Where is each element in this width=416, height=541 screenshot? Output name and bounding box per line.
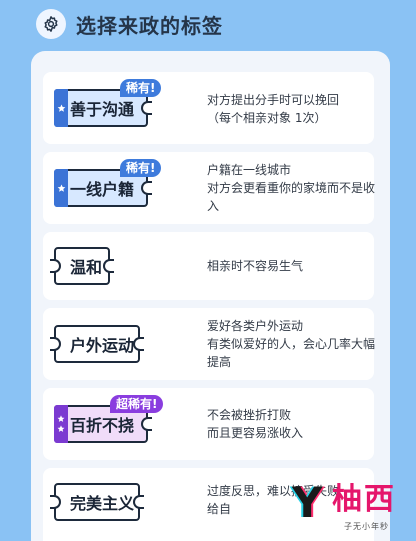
tag-notch xyxy=(103,259,114,273)
description-line: 不会被挫折打败 xyxy=(207,408,292,422)
tag-description: 爱好各类户外运动 有类似爱好的人，会心几率大幅 提高 xyxy=(207,317,376,371)
tag-description: 相亲时不容易生气 xyxy=(207,257,367,275)
star-icon xyxy=(57,415,65,422)
watermark-subtext: 子无小年秒 xyxy=(344,522,389,531)
tag-chip[interactable]: 一线户籍 稀有! xyxy=(54,159,162,207)
star-icon xyxy=(57,425,65,432)
tag-notch xyxy=(133,337,144,351)
description-line: 提高 xyxy=(207,355,232,369)
tag-notch xyxy=(141,101,152,115)
tag-card-good-communication[interactable]: 善于沟通 稀有! 对方提出分手时可以挽回 （每个相亲对象 1次） xyxy=(43,72,374,144)
tag-notch xyxy=(133,495,144,509)
tag-notch xyxy=(50,495,61,509)
gear-icon xyxy=(44,16,58,32)
description-line: 户籍在一线城市 xyxy=(207,163,292,177)
tag-notch xyxy=(50,259,61,273)
tag-notch xyxy=(50,337,61,351)
tag-chip[interactable]: 完美主义 xyxy=(50,483,144,521)
tag-label: 户外运动 xyxy=(70,336,135,355)
star-icon xyxy=(57,103,65,112)
rarity-ribbon xyxy=(54,169,68,207)
tag-chip[interactable]: 户外运动 xyxy=(50,325,144,363)
tag-description: 户籍在一线城市 对方会更看重你的家境而不是收 入 xyxy=(207,161,376,215)
page-title: 选择来政的标签 xyxy=(76,13,223,38)
tag-description: 不会被挫折打败 而且更容易涨收入 xyxy=(207,406,367,442)
tag-chip[interactable]: 温和 xyxy=(50,247,114,285)
tag-label: 温和 xyxy=(70,258,103,277)
tag-selection-screen: 选择来政的标签 善于沟通 稀有! 对方提出分手时可以挽回 （每个相亲对象 1次） xyxy=(0,0,416,541)
rarity-badge: 稀有! xyxy=(120,79,162,97)
tag-label: 善于沟通 xyxy=(70,100,135,119)
star-icon xyxy=(57,183,65,192)
tag-card-perseverance[interactable]: 百折不挠 超稀有! 不会被挫折打败 而且更容易涨收入 xyxy=(43,388,374,460)
header: 选择来政的标签 xyxy=(36,8,223,40)
description-line: 爱好各类户外运动 xyxy=(207,319,304,333)
description-line: （每个相亲对象 1次） xyxy=(207,111,327,125)
rarity-ribbon xyxy=(54,405,68,443)
description-line: 入 xyxy=(207,199,220,213)
description-line: 而且更容易涨收入 xyxy=(207,426,304,440)
tag-label: 一线户籍 xyxy=(70,180,135,199)
tag-card-gentle[interactable]: 温和 相亲时不容易生气 xyxy=(43,232,374,300)
watermark-logo-mark: Y xyxy=(292,478,323,527)
tag-notch xyxy=(141,417,152,431)
tag-list-panel: 善于沟通 稀有! 对方提出分手时可以挽回 （每个相亲对象 1次） 一线户籍 稀有… xyxy=(31,51,390,541)
tag-label: 完美主义 xyxy=(70,494,135,513)
watermark-logo: Y 柚西 子无小年秒 xyxy=(284,479,414,539)
tag-label: 百折不挠 xyxy=(70,416,135,435)
description-line: 有类似爱好的人，会心几率大幅 xyxy=(207,337,376,351)
description-line: 相亲时不容易生气 xyxy=(207,259,304,273)
rarity-ribbon xyxy=(54,89,68,127)
tag-card-first-tier-hukou[interactable]: 一线户籍 稀有! 户籍在一线城市 对方会更看重你的家境而不是收 入 xyxy=(43,152,376,224)
rarity-badge: 稀有! xyxy=(120,159,162,177)
tag-chip[interactable]: 百折不挠 超稀有! xyxy=(54,395,164,443)
tag-notch xyxy=(141,181,152,195)
rarity-badge: 超稀有! xyxy=(110,395,164,413)
description-line: 对方提出分手时可以挽回 xyxy=(207,93,340,107)
description-line: 对方会更看重你的家境而不是收 xyxy=(207,181,376,195)
tag-chip[interactable]: 善于沟通 稀有! xyxy=(54,79,162,127)
watermark-logo-text: 柚西 xyxy=(332,482,396,517)
settings-button[interactable] xyxy=(36,9,66,39)
tag-description: 对方提出分手时可以挽回 （每个相亲对象 1次） xyxy=(207,91,367,127)
tag-card-outdoor-sports[interactable]: 户外运动 爱好各类户外运动 有类似爱好的人，会心几率大幅 提高 xyxy=(43,308,376,380)
